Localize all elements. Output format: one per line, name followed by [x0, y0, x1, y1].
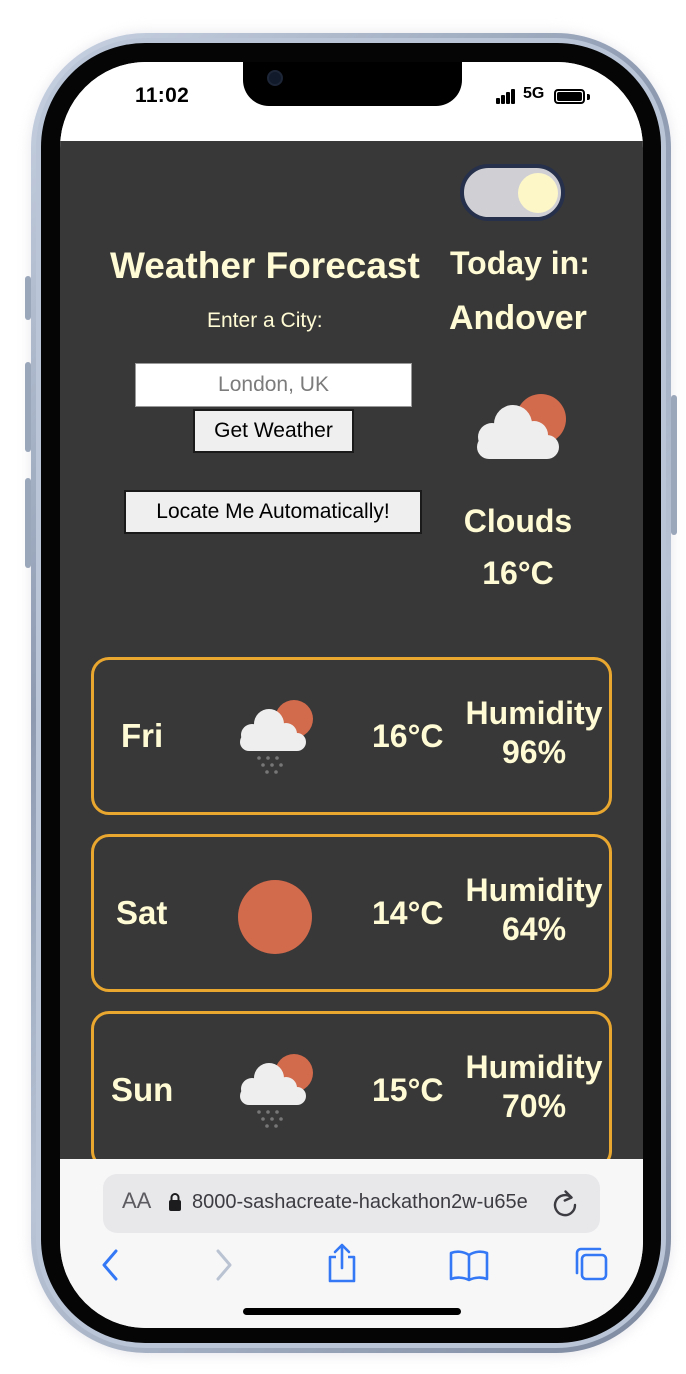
forecast-card: Sat 14°C Humidity 64%	[91, 834, 612, 992]
today-condition: Clouds	[463, 503, 573, 539]
city-prompt-label: Enter a City:	[207, 309, 323, 332]
forecast-day: Sun	[111, 1071, 174, 1108]
today-label: Today in:	[450, 245, 590, 281]
tabs-icon[interactable]	[573, 1246, 609, 1282]
humidity-label: Humidity	[465, 695, 603, 731]
sun-cloud-rain-icon	[240, 1054, 313, 1128]
today-city: Andover	[449, 299, 587, 337]
theme-toggle[interactable]	[460, 164, 565, 221]
humidity-label: Humidity	[465, 872, 603, 908]
volume-down-button	[25, 478, 31, 568]
back-icon[interactable]	[100, 1248, 122, 1282]
forecast-day: Sat	[116, 894, 168, 931]
network-type: 5G	[523, 85, 545, 102]
toggle-knob	[518, 173, 558, 213]
page-title: Weather Forecast	[110, 245, 420, 286]
power-button	[671, 395, 677, 535]
bookmarks-icon[interactable]	[449, 1248, 489, 1282]
forecast-humidity: Humidity 70%	[464, 1048, 604, 1126]
forecast-card: Fri 16°C Humidity 96%	[91, 657, 612, 815]
forward-icon[interactable]	[212, 1248, 234, 1282]
forecast-humidity: Humidity 64%	[464, 871, 604, 949]
lock-icon	[169, 1193, 181, 1211]
status-time: 11:02	[135, 84, 190, 107]
front-camera	[267, 70, 283, 86]
humidity-value: 64%	[501, 911, 567, 947]
status-bar: 11:02 5G	[60, 62, 643, 141]
notch	[243, 62, 462, 106]
address-bar[interactable]: AA 8000-sashacreate-hackathon2w-u65e	[103, 1174, 600, 1233]
aa-label: AA	[122, 1188, 152, 1213]
humidity-label: Humidity	[465, 1049, 603, 1085]
today-temperature: 16°C	[482, 555, 554, 591]
volume-up-button	[25, 362, 31, 452]
sun-cloud-rain-icon	[240, 700, 313, 774]
home-indicator	[243, 1308, 461, 1315]
sun-icon	[238, 880, 312, 954]
forecast-temp: 15°C	[372, 1071, 444, 1108]
humidity-value: 96%	[501, 734, 567, 770]
sun-behind-cloud-icon	[477, 394, 566, 459]
forecast-temp: 16°C	[372, 717, 444, 754]
forecast-humidity: Humidity 96%	[464, 694, 604, 772]
signal-icon	[496, 88, 518, 104]
silent-switch	[25, 276, 31, 320]
share-icon[interactable]	[326, 1242, 358, 1284]
weather-app: Weather Forecast Enter a City: Get Weath…	[60, 141, 643, 1159]
locate-me-button[interactable]: Locate Me Automatically!	[124, 490, 422, 534]
battery-icon	[554, 89, 585, 104]
forecast-card: Sun 15°C Humidity 70%	[91, 1011, 612, 1159]
humidity-value: 70%	[501, 1088, 567, 1124]
reload-icon[interactable]	[551, 1188, 579, 1218]
forecast-temp: 14°C	[372, 894, 444, 931]
forecast-day: Fri	[121, 717, 164, 754]
url-text: 8000-sashacreate-hackathon2w-u65e	[192, 1191, 528, 1213]
city-input[interactable]	[135, 363, 412, 407]
get-weather-button[interactable]: Get Weather	[193, 409, 354, 453]
phone-screen: 11:02 5G Weather Forecast Enter a City: …	[60, 62, 643, 1328]
reader-text-size-button[interactable]: AA	[122, 1188, 151, 1214]
